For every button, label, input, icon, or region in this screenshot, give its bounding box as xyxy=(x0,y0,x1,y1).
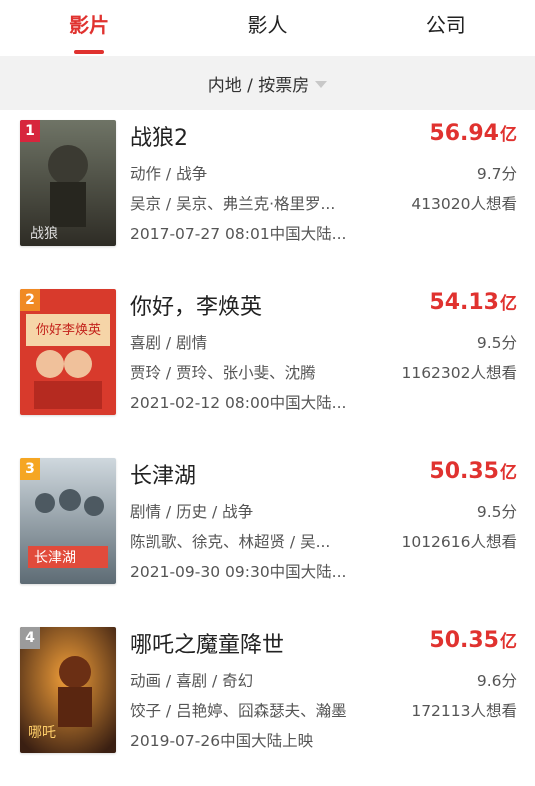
list-item[interactable]: 你好李焕英 2 你好，李焕英 54.13亿 喜剧 / 剧情 9.5分 贾玲 / … xyxy=(0,279,535,448)
score: 9.5分 xyxy=(476,503,517,521)
score: 9.7分 xyxy=(476,165,517,183)
rank-badge: 2 xyxy=(20,289,40,311)
movie-title[interactable]: 长津湖 xyxy=(130,458,196,490)
svg-text:哪吒: 哪吒 xyxy=(28,725,56,741)
rank-badge: 4 xyxy=(20,627,40,649)
poster-image[interactable]: 你好李焕英 2 xyxy=(20,289,116,415)
svg-text:战狼: 战狼 xyxy=(30,226,58,242)
box-office: 50.35亿 xyxy=(429,459,517,484)
tab-people[interactable]: 影人 xyxy=(178,0,356,56)
score: 9.5分 xyxy=(476,334,517,352)
release-info: 2021-02-12 08:00中国大陆... xyxy=(130,394,347,412)
release-info: 2021-09-30 09:30中国大陆... xyxy=(130,563,347,581)
cast: 饺子 / 吕艳婷、囧森瑟夫、瀚墨 xyxy=(130,702,347,720)
genre: 喜剧 / 剧情 xyxy=(130,334,208,352)
svg-text:长津湖: 长津湖 xyxy=(34,550,76,566)
release-info: 2017-07-27 08:01中国大陆... xyxy=(130,225,347,243)
tab-movies[interactable]: 影片 xyxy=(0,0,178,56)
box-office: 54.13亿 xyxy=(429,290,517,315)
movie-list: 战狼 1 战狼2 56.94亿 动作 / 战争 9.7分 吴京 / 吴京、弗兰克… xyxy=(0,110,535,786)
chevron-down-icon xyxy=(315,80,328,88)
list-item[interactable]: 哪吒 4 哪吒之魔童降世 50.35亿 动画 / 喜剧 / 奇幻 9.6分 饺子… xyxy=(0,617,535,786)
tab-companies[interactable]: 公司 xyxy=(357,0,535,56)
box-office: 56.94亿 xyxy=(429,121,517,146)
score: 9.6分 xyxy=(476,672,517,690)
rank-badge: 3 xyxy=(20,458,40,480)
list-item[interactable]: 长津湖 3 长津湖 50.35亿 剧情 / 历史 / 战争 9.5分 陈凯歌、徐… xyxy=(0,448,535,617)
filter-label: 内地 / 按票房 xyxy=(207,75,310,96)
list-item[interactable]: 战狼 1 战狼2 56.94亿 动作 / 战争 9.7分 吴京 / 吴京、弗兰克… xyxy=(0,110,535,279)
rank-badge: 1 xyxy=(20,120,40,142)
category-tabs: 影片 影人 公司 xyxy=(0,0,535,56)
movie-title[interactable]: 哪吒之魔童降世 xyxy=(130,627,284,659)
genre: 剧情 / 历史 / 战争 xyxy=(130,503,254,521)
filter-bar[interactable]: 内地 / 按票房 xyxy=(0,56,535,110)
release-info: 2019-07-26中国大陆上映 xyxy=(130,732,314,750)
poster-image[interactable]: 长津湖 3 xyxy=(20,458,116,584)
cast: 陈凯歌、徐克、林超贤 / 吴... xyxy=(130,533,331,551)
box-office: 50.35亿 xyxy=(429,628,517,653)
cast: 贾玲 / 贾玲、张小斐、沈腾 xyxy=(130,364,316,382)
movie-title[interactable]: 战狼2 xyxy=(130,120,188,152)
want-count: 413020人想看 xyxy=(411,195,517,213)
want-count: 1012616人想看 xyxy=(401,533,517,551)
genre: 动作 / 战争 xyxy=(130,165,208,183)
poster-image[interactable]: 战狼 1 xyxy=(20,120,116,246)
cast: 吴京 / 吴京、弗兰克·格里罗... xyxy=(130,195,336,213)
want-count: 1162302人想看 xyxy=(401,364,517,382)
want-count: 172113人想看 xyxy=(411,702,517,720)
movie-title[interactable]: 你好，李焕英 xyxy=(130,289,262,321)
genre: 动画 / 喜剧 / 奇幻 xyxy=(130,672,254,690)
poster-image[interactable]: 哪吒 4 xyxy=(20,627,116,753)
svg-text:你好李焕英: 你好李焕英 xyxy=(36,323,101,338)
